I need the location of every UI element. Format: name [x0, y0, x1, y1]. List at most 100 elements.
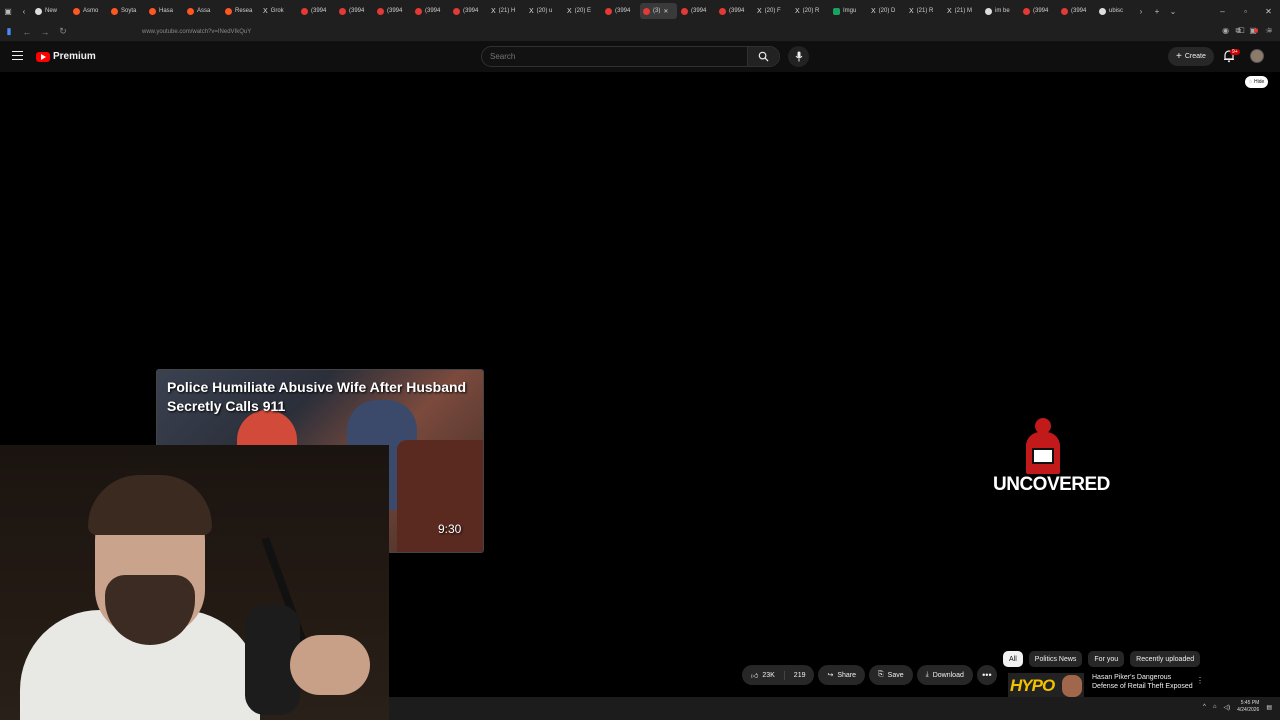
share-button[interactable]: ↪ Share [818, 665, 866, 685]
recommended-video[interactable]: HYPO Hasan Piker's Dangerous Defense of … [1008, 673, 1197, 698]
filter-chip[interactable]: For you [1088, 651, 1125, 667]
browser-tab[interactable]: (3994 [716, 3, 753, 19]
search-input[interactable] [482, 47, 747, 66]
tab-favicon-icon: X [871, 7, 876, 15]
browser-tab[interactable]: (3994 [412, 3, 449, 19]
account-avatar[interactable] [1250, 49, 1264, 63]
browser-tab[interactable]: Imgu [830, 3, 867, 19]
filter-chip[interactable]: Politics News [1028, 651, 1083, 667]
browser-tab[interactable]: X (20) D [868, 3, 905, 19]
recommended-thumb-face [1062, 675, 1082, 697]
dislike-button[interactable]: 219 [785, 672, 815, 679]
url-field[interactable]: www.youtube.com/watch?v=INedVIkQuY [142, 29, 251, 35]
tab-favicon-icon [833, 7, 840, 15]
back-icon[interactable]: ← [18, 27, 36, 37]
browser-tab[interactable]: im be [982, 3, 1019, 19]
hamburger-menu-icon[interactable] [12, 51, 23, 63]
thumbnail-bed [397, 440, 483, 552]
uncovered-wordmark: UNCOVERED [993, 474, 1110, 495]
browser-tab[interactable]: (3994 [602, 3, 639, 19]
download-button[interactable]: ⤓ Download [916, 665, 973, 685]
youtube-logo[interactable]: Premium [36, 51, 96, 62]
browser-tab[interactable]: (3) ✕ [640, 3, 677, 19]
browser-tab[interactable]: X Grok [260, 3, 297, 19]
menu-icon[interactable]: ≡ [1267, 26, 1272, 36]
tab-label: (3) [653, 8, 661, 14]
browser-tab[interactable]: Assa [184, 3, 221, 19]
filter-chip[interactable]: Recently uploaded [1130, 651, 1201, 667]
bookmark-icon: ⎘ [878, 671, 884, 678]
tab-label: (21) R [916, 8, 934, 14]
tab-label: Imgu [843, 8, 857, 14]
window-controls: – ▫ ✕ [1211, 0, 1280, 22]
close-icon[interactable]: ✕ [1257, 7, 1280, 16]
tab-label: Grok [270, 8, 284, 14]
new-tab-icon[interactable]: + [1149, 7, 1165, 16]
recommended-thumbnail[interactable]: HYPO [1008, 673, 1084, 698]
network-icon[interactable]: ⌂ [1213, 704, 1217, 710]
browser-tab[interactable]: Hasa [146, 3, 183, 19]
browser-tab[interactable]: X (21) H [488, 3, 525, 19]
browser-tab[interactable]: (3994 [336, 3, 373, 19]
search-box [481, 46, 780, 67]
tab-search-icon[interactable]: ⌄ [1165, 7, 1181, 16]
sidebar-toggle-icon[interactable]: ▮ [0, 26, 18, 37]
forward-icon[interactable]: → [36, 27, 54, 37]
recommended-title[interactable]: Hasan Piker's Dangerous Defense of Retai… [1092, 673, 1197, 698]
restore-icon[interactable]: ▫ [1234, 7, 1257, 16]
reload-icon[interactable]: ↻ [54, 26, 72, 37]
browser-tab[interactable]: Asmo [70, 3, 107, 19]
create-button[interactable]: + Create [1168, 47, 1214, 66]
uncovered-logo: UNCOVERED [993, 418, 1110, 496]
recommended-menu-icon[interactable]: ⋮ [1196, 676, 1204, 685]
tray-chevron-icon[interactable]: ^ [1203, 704, 1206, 710]
like-dislike-group: 👍︎ 23K 219 [742, 665, 815, 685]
hide-button[interactable]: ◌ Hide [1245, 76, 1269, 88]
tab-menu-icon[interactable]: ▣ [0, 7, 16, 16]
browser-tab[interactable]: ubisc [1096, 3, 1133, 19]
browser-tab[interactable]: (3994 [1020, 3, 1057, 19]
browser-tab[interactable]: Soyta [108, 3, 145, 19]
extension-red-icon[interactable]: ■ [1253, 26, 1258, 36]
minimize-icon[interactable]: – [1211, 7, 1234, 16]
browser-tab[interactable]: X (20) F [754, 3, 791, 19]
tab-favicon-icon [681, 7, 688, 15]
volume-icon[interactable]: ◁) [1223, 704, 1230, 711]
thumbs-up-icon: 👍︎ [751, 672, 759, 680]
browser-tab[interactable]: X (20) R [792, 3, 829, 19]
browser-tab[interactable]: X (21) R [906, 3, 943, 19]
browser-tab[interactable]: Resea [222, 3, 259, 19]
profile-icon[interactable]: ◉ [1222, 26, 1229, 36]
filter-chip[interactable]: All [1003, 651, 1023, 667]
tab-label: (20) R [802, 8, 820, 14]
browser-tab[interactable]: (3994 [450, 3, 487, 19]
microphone-icon [795, 51, 802, 62]
more-actions-button[interactable]: ••• [976, 665, 997, 685]
search-button[interactable] [747, 47, 779, 66]
notifications-center-icon[interactable]: ▤ [1266, 704, 1272, 711]
tab-favicon-icon: X [263, 7, 268, 15]
puzzle-icon[interactable]: ⧠ [1238, 26, 1244, 36]
browser-tab[interactable]: (3994 [298, 3, 335, 19]
browser-tab[interactable]: X (21) M [944, 3, 981, 19]
tab-favicon-icon: X [757, 7, 762, 15]
tab-scroll-left-icon[interactable]: ‹ [16, 7, 32, 16]
browser-tab[interactable]: New [32, 3, 69, 19]
browser-tab[interactable]: (3994 [1058, 3, 1095, 19]
browser-tab[interactable]: X (20) u [526, 3, 563, 19]
browser-tab[interactable]: X (20) E [564, 3, 601, 19]
youtube-play-icon [36, 51, 50, 62]
browser-tab[interactable]: (3994 [678, 3, 715, 19]
like-button[interactable]: 👍︎ 23K [742, 670, 785, 680]
voice-search-button[interactable] [788, 46, 809, 67]
browser-tab[interactable]: (3994 [374, 3, 411, 19]
tab-favicon-icon [187, 7, 194, 15]
tab-close-icon[interactable]: ✕ [663, 8, 668, 15]
save-button[interactable]: ⎘ Save [869, 665, 913, 685]
tab-label: (3994 [425, 8, 441, 14]
tab-label: (3994 [729, 8, 745, 14]
clock[interactable]: 5:45 PM 4/24/2026 [1237, 700, 1259, 714]
tab-scroll-right-icon[interactable]: › [1133, 7, 1149, 16]
tab-label: Assa [197, 8, 211, 14]
browser-tab-bar: ▣ ‹ New Asmo Soyta Hasa Assa Resea X Grok (3994(… [0, 0, 1280, 22]
